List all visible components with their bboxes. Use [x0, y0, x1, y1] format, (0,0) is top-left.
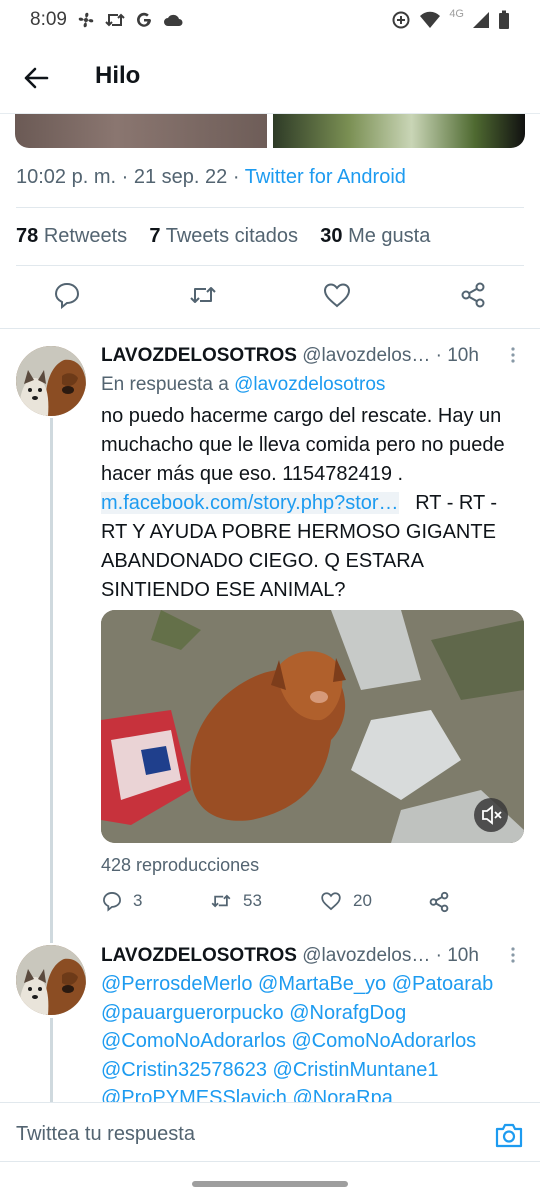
video-views: 428 reproducciones [101, 855, 260, 875]
dogs-avatar-icon [16, 945, 86, 1015]
reply-header: LAVOZDELOSOTROS @lavozdelos… · 10h [101, 345, 479, 367]
clock: 8:09 [30, 9, 67, 30]
divider [16, 265, 524, 266]
tweet-source-link[interactable]: Twitter for Android [245, 166, 406, 188]
quotes-stat[interactable]: 7 Tweets citados [149, 225, 298, 247]
google-icon [136, 12, 151, 27]
wifi-icon [420, 11, 441, 28]
page-title: Hilo [95, 62, 141, 89]
tweet-time: · 10h [435, 945, 479, 966]
more-options-icon[interactable] [510, 346, 516, 364]
share-action[interactable] [427, 890, 451, 914]
data-saver-icon [392, 11, 410, 29]
tweet-time: · 10h [435, 345, 479, 366]
app-bar: Hilo [0, 40, 540, 114]
retweet-icon [211, 894, 231, 908]
reply-context: En respuesta a @lavozdelosotros [101, 374, 386, 395]
divider [0, 328, 540, 329]
user-handle[interactable]: @lavozdelos… [302, 345, 430, 366]
video-player[interactable] [101, 610, 524, 843]
network-type: 4G [449, 8, 464, 20]
signal-icon [473, 12, 489, 28]
share-icon [429, 891, 449, 913]
system-nav-bar [0, 1162, 540, 1200]
battery-icon [499, 10, 509, 29]
status-right: 4G [391, 8, 510, 30]
reply-action[interactable]: 3 [101, 890, 142, 912]
avatar[interactable] [16, 945, 86, 1015]
retweet-icon[interactable] [188, 280, 218, 310]
reply-to-link[interactable]: @lavozdelosotros [234, 374, 385, 395]
retweets-stat[interactable]: 78 Retweets [16, 225, 127, 247]
reply-actions: 3 53 20 [101, 890, 501, 920]
tweet-text: no puedo hacerme cargo del rescate. Hay … [101, 405, 505, 601]
tweet-timestamp: 10:02 p. m. · 21 sep. 22 · Twitter for A… [16, 166, 406, 188]
likes-stat[interactable]: 30 Me gusta [320, 225, 430, 247]
reply-composer[interactable]: Twittea tu respuesta [0, 1102, 540, 1162]
display-name[interactable]: LAVOZDELOSOTROS [101, 945, 297, 966]
like-action[interactable]: 20 [319, 890, 372, 912]
reply-header: LAVOZDELOSOTROS @lavozdelos… · 10h [101, 945, 479, 967]
home-gesture-handle[interactable] [192, 1181, 348, 1187]
retweet-action[interactable]: 53 [209, 890, 262, 912]
share-icon[interactable] [458, 280, 488, 310]
like-icon[interactable] [322, 280, 352, 310]
cloud-icon [163, 14, 183, 26]
status-bar: 8:09 4G [0, 0, 540, 40]
back-arrow-icon[interactable] [22, 64, 50, 92]
reply-input[interactable]: Twittea tu respuesta [16, 1123, 195, 1146]
dogs-avatar-icon [16, 346, 86, 416]
user-handle[interactable]: @lavozdelos… [302, 945, 430, 966]
mentions-text[interactable]: @PerrosdeMerlo @MartaBe_yo @Patoarab @pa… [101, 970, 526, 1113]
status-left: 8:09 [30, 9, 183, 31]
reply-icon [103, 892, 121, 912]
like-count: 20 [353, 891, 372, 910]
facebook-link[interactable]: m.facebook.com/story.php?stor… [101, 492, 399, 514]
avatar[interactable] [16, 346, 86, 416]
reply-icon[interactable] [52, 280, 82, 310]
thread-connector [50, 418, 53, 943]
like-icon [321, 892, 341, 911]
retweet-count: 53 [243, 891, 262, 910]
video-thumbnail [101, 610, 524, 843]
more-options-icon[interactable] [510, 946, 516, 964]
media-image-2[interactable] [273, 114, 525, 148]
media-image-1[interactable] [15, 114, 267, 148]
thread-connector [50, 1018, 53, 1108]
tweet-stats: 78 Retweets 7 Tweets citados 30 Me gusta [16, 225, 430, 248]
main-tweet-media[interactable] [15, 114, 525, 148]
display-name[interactable]: LAVOZDELOSOTROS [101, 345, 297, 366]
reply-count: 3 [133, 891, 143, 910]
retweet-notification-icon [105, 13, 125, 27]
camera-icon[interactable] [494, 1121, 524, 1149]
fan-icon [78, 12, 94, 28]
divider [16, 207, 524, 208]
main-tweet-actions [0, 280, 540, 320]
